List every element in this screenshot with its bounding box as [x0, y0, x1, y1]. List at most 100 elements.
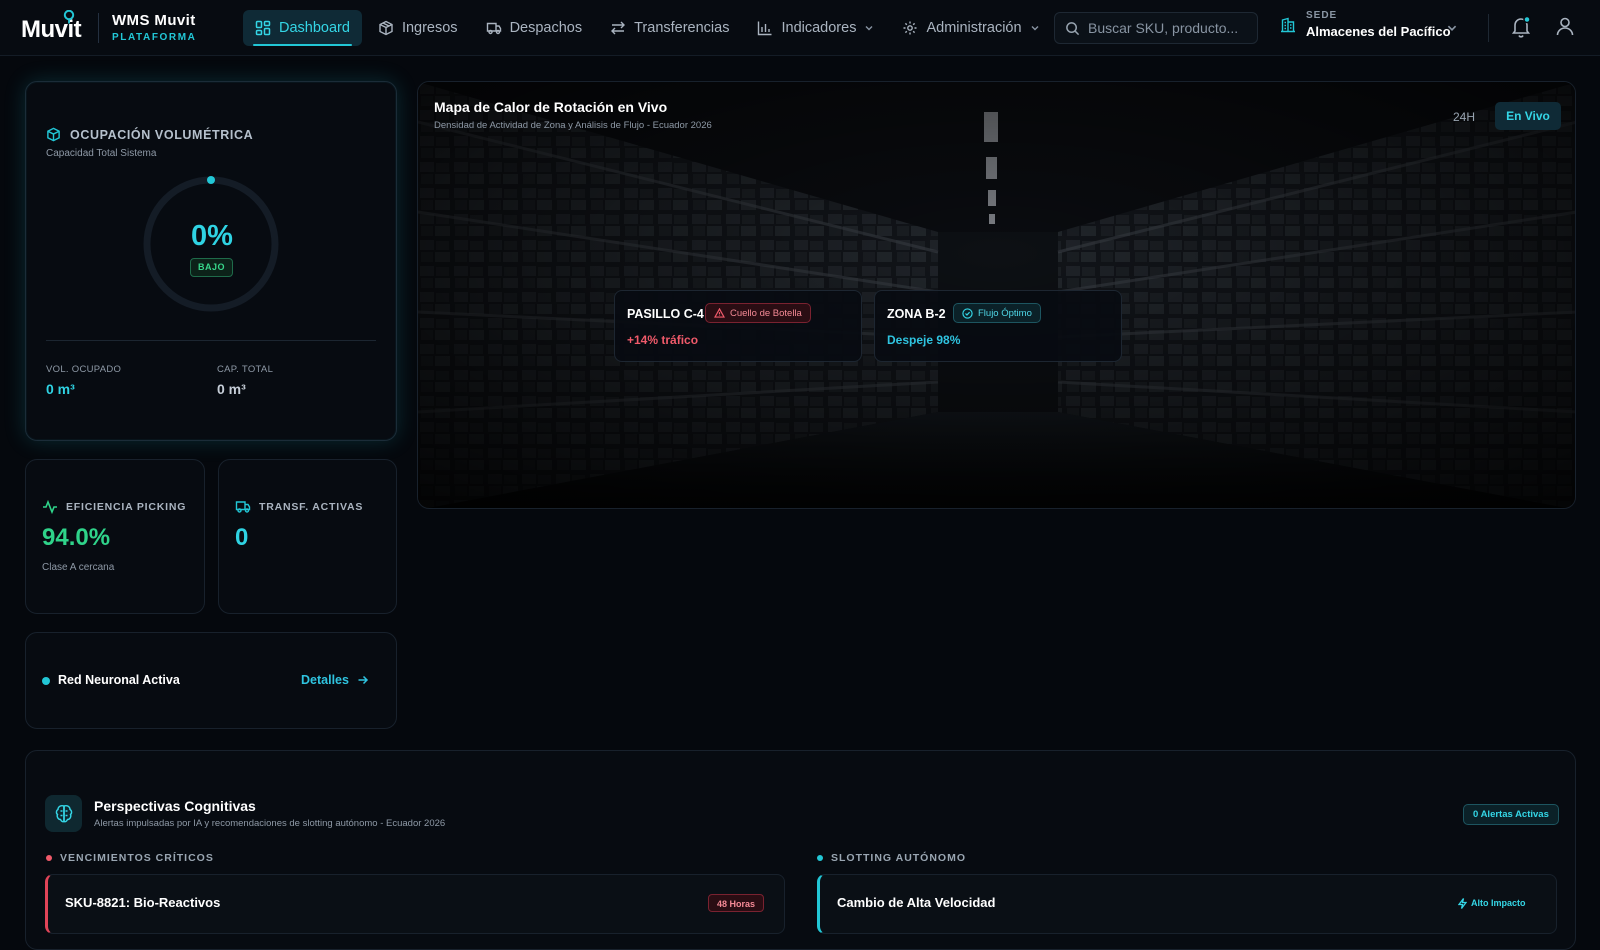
- nav-administracion[interactable]: Administración: [890, 10, 1051, 46]
- insights-subtitle: Alertas impulsadas por IA y recomendacio…: [94, 818, 446, 829]
- nav-label: Indicadores: [781, 20, 857, 36]
- zone-card-pasillo-c4[interactable]: PASILLO C-4 Cuello de Botella +14% tráfi…: [614, 290, 862, 362]
- brand-block: WMS Muvit PLATAFORMA: [112, 12, 197, 43]
- occupancy-level-badge: BAJO: [190, 258, 233, 277]
- neural-network-card: Red Neuronal Activa Detalles: [25, 632, 397, 729]
- nav-ingresos[interactable]: Ingresos: [366, 10, 470, 46]
- nav-indicadores[interactable]: Indicadores: [745, 10, 886, 46]
- nav-label: Ingresos: [401, 20, 458, 36]
- autonomous-slotting-header: SLOTTING AUTÓNOMO: [817, 852, 966, 864]
- brand-divider: [98, 13, 99, 43]
- efficiency-header: EFICIENCIA PICKING: [42, 500, 186, 514]
- arrows-icon: [611, 21, 626, 35]
- heatmap-subtitle: Densidad de Actividad de Zona y Análisis…: [434, 120, 712, 131]
- sede-text: SEDE Almacenes del Pacífico: [1306, 10, 1451, 39]
- status-dot: [46, 855, 52, 861]
- efficiency-note: Clase A cercana: [42, 562, 115, 573]
- user-icon[interactable]: [1556, 17, 1574, 36]
- brand-subtitle: PLATAFORMA: [112, 32, 197, 43]
- slotting-recommendation-item[interactable]: Cambio de Alta Velocidad Alto Impacto: [817, 874, 1557, 934]
- bar-chart-icon: [758, 21, 772, 36]
- header-divider: [1488, 14, 1489, 42]
- status-dot: [817, 855, 823, 861]
- transfers-title: TRANSF. ACTIVAS: [259, 501, 364, 513]
- nav-label: Dashboard: [279, 20, 350, 36]
- top-navigation-bar: Muvit WMS Muvit PLATAFORMA Dashboard Ing…: [0, 0, 1600, 56]
- chevron-down-icon[interactable]: [1446, 22, 1458, 34]
- live-toggle[interactable]: En Vivo: [1495, 102, 1561, 130]
- arrow-right-icon: [358, 675, 369, 685]
- search-input[interactable]: [1088, 20, 1238, 36]
- recommendation-title: Cambio de Alta Velocidad: [837, 895, 996, 910]
- section-label: SLOTTING AUTÓNOMO: [831, 852, 967, 864]
- critical-expirations-header: VENCIMIENTOS CRÍTICOS: [46, 852, 214, 864]
- badge-label: Cuello de Botella: [730, 307, 802, 319]
- grid-icon: [255, 20, 271, 36]
- nav-label: Transferencias: [634, 20, 730, 36]
- brain-icon: [55, 804, 72, 822]
- occupancy-divider: [46, 340, 376, 341]
- warning-triangle-icon: [714, 308, 725, 318]
- time-left-badge: 48 Horas: [708, 894, 765, 912]
- active-alerts-badge[interactable]: 0 Alertas Activas: [1463, 804, 1559, 825]
- badge-label: Flujo Óptimo: [978, 307, 1032, 319]
- nav-label: Despachos: [509, 20, 583, 36]
- impact-label: Alto Impacto: [1471, 898, 1526, 908]
- optimal-flow-badge: Flujo Óptimo: [953, 303, 1041, 323]
- check-circle-icon: [962, 307, 973, 319]
- search-box[interactable]: [1054, 12, 1258, 44]
- chevron-down-icon: [865, 26, 873, 31]
- section-label: VENCIMIENTOS CRÍTICOS: [60, 852, 214, 864]
- muvit-logo[interactable]: Muvit: [21, 10, 82, 44]
- lightning-icon: [1458, 897, 1467, 909]
- brain-icon-container: [45, 795, 82, 832]
- sede-value: Almacenes del Pacífico: [1306, 24, 1451, 39]
- bottleneck-badge: Cuello de Botella: [705, 303, 811, 323]
- zone-card-zona-b2[interactable]: ZONA B-2 Flujo Óptimo Despeje 98%: [874, 290, 1122, 362]
- truck-icon: [486, 22, 501, 35]
- sede-selector[interactable]: SEDE Almacenes del Pacífico: [1280, 10, 1451, 39]
- impact-badge: Alto Impacto: [1450, 894, 1534, 912]
- occupancy-header: OCUPACIÓN VOLUMÉTRICA: [46, 127, 253, 142]
- package-icon: [379, 20, 393, 36]
- details-label: Detalles: [301, 673, 349, 687]
- search-icon: [1066, 21, 1080, 35]
- transfers-header: TRANSF. ACTIVAS: [235, 500, 363, 514]
- cognitive-insights-card: Perspectivas Cognitivas Alertas impulsad…: [25, 750, 1576, 950]
- chevron-down-icon: [1031, 26, 1039, 31]
- range-24h-toggle[interactable]: 24H: [1453, 110, 1475, 124]
- alert-title: SKU-8821: Bio-Reactivos: [65, 895, 221, 910]
- occupancy-percent: 0%: [191, 220, 233, 252]
- efficiency-title: EFICIENCIA PICKING: [66, 501, 187, 513]
- brand-title: WMS Muvit: [112, 12, 196, 29]
- sede-label: SEDE: [1306, 10, 1338, 21]
- expiration-alert-item[interactable]: SKU-8821: Bio-Reactivos 48 Horas: [45, 874, 785, 934]
- efficiency-value: 94.0%: [42, 524, 111, 551]
- nav-transferencias[interactable]: Transferencias: [598, 10, 741, 46]
- building-icon: [1281, 17, 1295, 32]
- heatmap-title: Mapa de Calor de Rotación en Vivo: [434, 99, 668, 115]
- efficiency-card: EFICIENCIA PICKING 94.0% Clase A cercana: [25, 459, 205, 614]
- cap-total-label: CAP. TOTAL: [217, 364, 274, 375]
- neural-title: Red Neuronal Activa: [58, 673, 180, 687]
- occupancy-title: OCUPACIÓN VOLUMÉTRICA: [70, 127, 254, 142]
- cube-icon: [47, 127, 60, 142]
- heatmap-card: Mapa de Calor de Rotación en Vivo Densid…: [417, 81, 1576, 509]
- transfers-value: 0: [235, 524, 249, 551]
- zone-name: PASILLO C-4: [627, 307, 704, 321]
- status-dot: [42, 677, 50, 685]
- vol-occupied-value: 0 m³: [46, 381, 75, 397]
- occupancy-card: OCUPACIÓN VOLUMÉTRICA Capacidad Total Si…: [25, 81, 397, 441]
- transfers-card: TRANSF. ACTIVAS 0: [218, 459, 397, 614]
- insights-title: Perspectivas Cognitivas: [94, 798, 256, 814]
- vol-occupied-label: VOL. OCUPADO: [46, 364, 122, 375]
- nav-dashboard[interactable]: Dashboard: [243, 10, 362, 46]
- activity-icon: [43, 500, 57, 514]
- truck-icon: [235, 501, 251, 513]
- details-link[interactable]: Detalles: [301, 673, 369, 687]
- nav-despachos[interactable]: Despachos: [474, 10, 595, 46]
- location-pin-icon: [63, 10, 75, 24]
- notification-bell-icon[interactable]: [1511, 16, 1531, 38]
- gauge-indicator: [207, 176, 215, 184]
- zone-metric: Despeje 98%: [887, 333, 961, 347]
